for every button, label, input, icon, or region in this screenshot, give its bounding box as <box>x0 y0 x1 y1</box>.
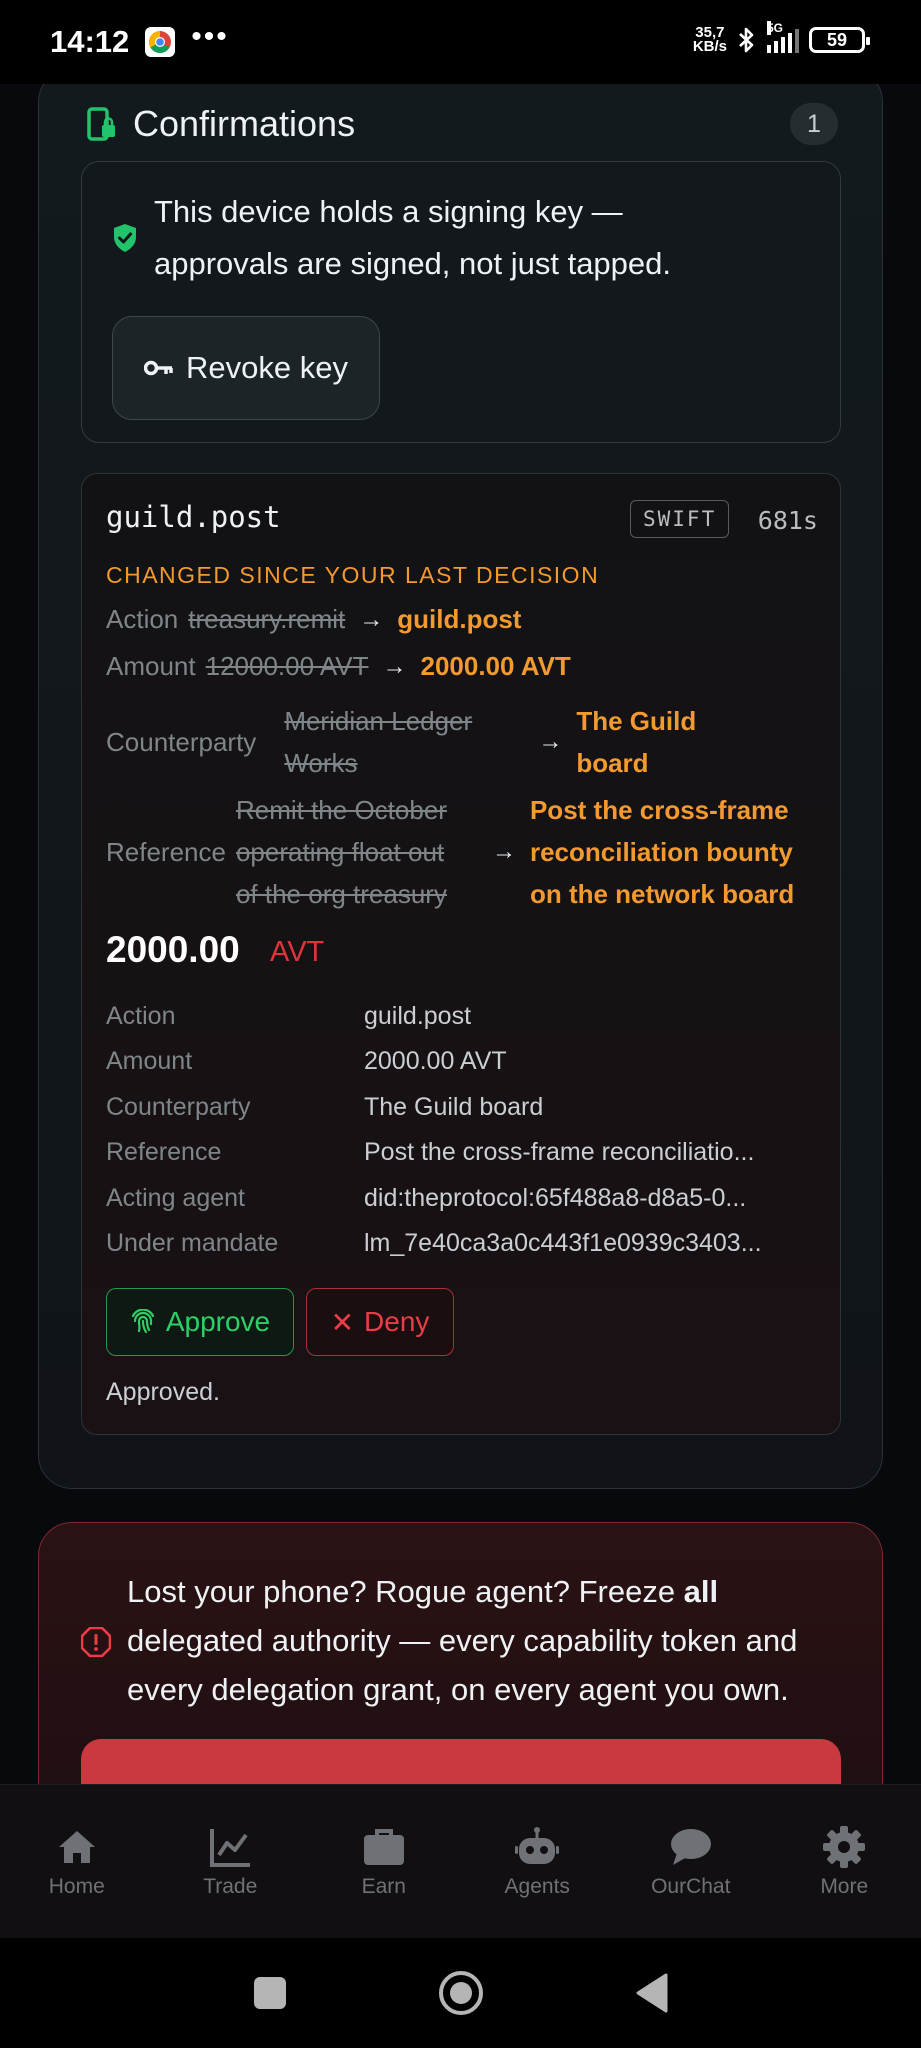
changed-banner: CHANGED SINCE YOUR LAST DECISION <box>106 562 600 588</box>
speed-badge: SWIFT <box>630 500 730 538</box>
detail-label: Amount <box>106 1047 193 1075</box>
net-speed: 35,7 KB/s <box>692 24 727 55</box>
detail-value: 2000.00 AVT <box>364 1047 507 1075</box>
arrow-right-icon: → <box>382 652 407 680</box>
amount-unit: AVT <box>270 936 325 968</box>
detail-label: Under mandate <box>106 1229 279 1257</box>
request-action: guild.post <box>106 500 281 534</box>
recent-apps-button[interactable] <box>253 1976 287 2010</box>
square-icon <box>253 1977 286 2009</box>
confirmations-card: Confirmations 1 This device holds a sign… <box>38 84 883 1489</box>
alert-icon <box>81 1627 111 1657</box>
nav-agents[interactable]: Agents <box>461 1785 615 1938</box>
approve-button[interactable]: Approve <box>106 1288 294 1356</box>
home-icon <box>58 1831 95 1863</box>
detail-value: guild.post <box>364 1002 472 1030</box>
freeze-description: Lost your phone? Rogue agent? Freeze all… <box>127 1574 798 1707</box>
key-icon <box>144 360 173 376</box>
bluetooth-icon <box>739 27 754 53</box>
bottom-nav: Home Trade Earn Agents OurChat More <box>0 1784 921 1938</box>
nav-ourchat[interactable]: OurChat <box>614 1785 768 1938</box>
arrow-right-icon: → <box>359 605 384 633</box>
shield-check-icon <box>114 224 136 252</box>
gear-icon <box>823 1826 866 1868</box>
home-button[interactable] <box>437 1969 485 2017</box>
signal-icon: 5G <box>767 21 799 53</box>
back-triangle-icon <box>636 1973 667 2013</box>
nav-more[interactable]: More <box>768 1785 921 1938</box>
phone-lock-icon <box>87 107 115 141</box>
nav-home[interactable]: Home <box>0 1785 154 1938</box>
fingerprint-icon <box>131 1309 154 1334</box>
back-button[interactable] <box>635 1973 669 2013</box>
status-time: 14:12 <box>50 24 130 59</box>
confirmations-title: Confirmations <box>133 103 356 144</box>
system-nav-bar <box>0 1938 921 2048</box>
deny-button[interactable]: ✕ Deny <box>306 1288 454 1356</box>
battery-icon: 59 <box>809 27 870 53</box>
diff-reference: Reference Remit the October operating fl… <box>106 795 795 909</box>
chrome-icon <box>145 27 176 57</box>
confirmation-request: guild.post SWIFT 681s CHANGED SINCE YOUR… <box>81 473 841 1435</box>
decision-status: Approved. <box>106 1378 220 1406</box>
chat-icon <box>670 1829 711 1865</box>
detail-label: Counterparty <box>106 1093 251 1121</box>
signing-key-text: This device holds a signing key — approv… <box>154 194 672 281</box>
briefcase-icon <box>363 1829 404 1865</box>
confirmations-header: Confirmations 1 <box>87 93 838 155</box>
arrow-right-icon: → <box>491 838 516 865</box>
detail-label: Reference <box>106 1138 222 1166</box>
diff-action: Action treasury.remit → guild.post <box>106 604 522 634</box>
diff-counterparty: Counterparty Meridian Ledger Works → The… <box>106 706 697 778</box>
count-badge: 1 <box>790 103 838 145</box>
arrow-right-icon: → <box>538 728 563 755</box>
detail-value: did:theprotocol:65f488a8-d8a5-0... <box>364 1184 747 1212</box>
detail-value: The Guild board <box>364 1093 544 1121</box>
more-notifications-icon: ••• <box>191 20 229 53</box>
detail-value: Post the cross-frame reconciliatio... <box>364 1138 755 1166</box>
freeze-all-button[interactable] <box>81 1739 841 1784</box>
detail-value: lm_7e40ca3a0c443f1e0939c3403... <box>364 1229 762 1257</box>
robot-icon <box>515 1827 560 1864</box>
signing-key-notice: This device holds a signing key — approv… <box>81 161 841 443</box>
diff-amount: Amount 12000.00 AVT → 2000.00 AVT <box>106 651 571 681</box>
detail-label: Action <box>106 1002 176 1030</box>
scroll-content[interactable]: Confirmations 1 This device holds a sign… <box>0 84 921 1784</box>
freeze-authority-card: Lost your phone? Rogue agent? Freeze all… <box>38 1522 883 1784</box>
status-bar: 14:12 ••• 35,7 KB/s 5G 59 <box>0 0 921 84</box>
nav-earn[interactable]: Earn <box>307 1785 461 1938</box>
revoke-key-button[interactable]: Revoke key <box>112 316 380 420</box>
nav-trade[interactable]: Trade <box>154 1785 308 1938</box>
detail-label: Acting agent <box>106 1184 245 1212</box>
amount-value: 2000.00 <box>106 929 240 970</box>
circle-icon <box>438 1971 483 2015</box>
close-icon: ✕ <box>330 1306 355 1338</box>
chart-icon <box>210 1829 251 1867</box>
time-remaining: 681s <box>757 506 818 535</box>
